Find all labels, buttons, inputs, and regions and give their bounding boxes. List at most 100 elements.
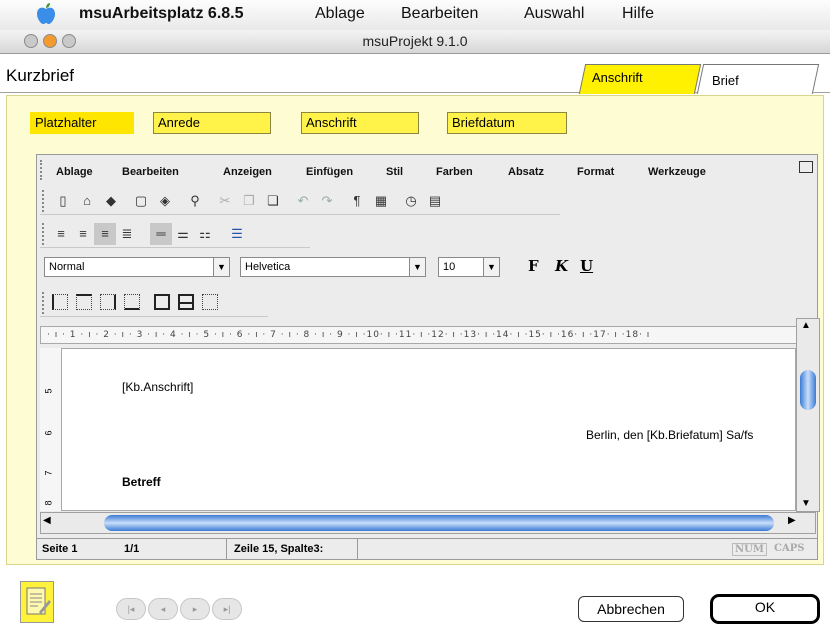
chevron-down-icon: ▼ — [483, 258, 499, 276]
status-bar — [36, 538, 818, 560]
new-document-icon[interactable]: ▯ — [52, 190, 74, 212]
caps-indicator: CAPS — [774, 543, 805, 554]
apple-logo-icon[interactable] — [36, 3, 56, 25]
border-bottom-icon[interactable] — [124, 294, 140, 310]
placeholder-label: Platzhalter — [30, 112, 134, 134]
nav-next-button[interactable]: ▸ — [180, 598, 210, 620]
status-position: Zeile 15, Spalte3: — [234, 543, 324, 555]
editor-menu-anzeigen[interactable]: Anzeigen — [223, 166, 272, 178]
undo-icon[interactable]: ↶ — [292, 190, 314, 212]
horizontal-ruler[interactable]: · ı · 1 · ı · 2 · ı · 3 · ı · 4 · ı · 5 … — [40, 326, 814, 344]
spacing-double-icon[interactable]: ⚏ — [194, 223, 216, 245]
vertical-ruler[interactable]: 5 6 7 8 — [40, 348, 62, 511]
font-select[interactable]: Helvetica ▼ — [240, 257, 426, 277]
align-center-icon[interactable]: ≡ — [72, 223, 94, 245]
vruler-mark: 8 — [43, 500, 54, 506]
toolbar-row-align: ≡ ≡ ≡ ≣ ═ ⚌ ⚏ ☰ — [40, 220, 310, 248]
border-left-icon[interactable] — [52, 294, 68, 310]
underline-button[interactable]: U — [580, 257, 593, 275]
align-right-icon[interactable]: ≡ — [94, 223, 116, 245]
toolbar-row-standard: ▯ ⌂ ◆ ▢ ◈ ⚲ ✂ ❐ ❏ ↶ ↷ ¶ ▦ ◷ ▤ — [40, 187, 560, 215]
editor-menu-einfuegen[interactable]: Einfügen — [306, 166, 353, 178]
align-left-icon[interactable]: ≡ — [50, 223, 72, 245]
print-preview-icon[interactable]: ▢ — [130, 190, 152, 212]
border-right-icon[interactable] — [100, 294, 116, 310]
ok-button[interactable]: OK — [710, 594, 820, 624]
vruler-mark: 7 — [43, 470, 54, 476]
nav-first-button[interactable]: |◂ — [116, 598, 146, 620]
print-icon[interactable]: ◈ — [154, 190, 176, 212]
editor-menu-format[interactable]: Format — [577, 166, 614, 178]
border-inner-icon[interactable] — [178, 294, 194, 310]
paste-icon[interactable]: ❏ — [262, 190, 284, 212]
toolbar-grip — [42, 292, 46, 314]
editor-menu-bearbeiten[interactable]: Bearbeiten — [122, 166, 179, 178]
status-pages: 1/1 — [124, 543, 140, 555]
menu-ablage[interactable]: Ablage — [315, 5, 365, 23]
menu-bearbeiten[interactable]: Bearbeiten — [401, 5, 478, 23]
ruler-ticks: · ı · 1 · ı · 2 · ı · 3 · ı · 4 · ı · 5 … — [47, 330, 651, 340]
vertical-scroll-thumb[interactable] — [800, 370, 816, 410]
scroll-up-icon[interactable]: ▲ — [801, 320, 811, 331]
placeholder-briefdatum-button[interactable]: Briefdatum — [447, 112, 567, 134]
toolbar-grip — [42, 190, 46, 212]
border-top-icon[interactable] — [76, 294, 92, 310]
spacing-single-icon[interactable]: ═ — [150, 223, 172, 245]
window-title: msuProjekt 9.1.0 — [362, 33, 468, 49]
chevron-down-icon: ▼ — [213, 258, 229, 276]
table-icon[interactable]: ▦ — [370, 190, 392, 212]
font-select-value: Helvetica — [245, 261, 291, 273]
horizontal-scroll-thumb[interactable] — [104, 515, 774, 531]
style-select-value: Normal — [49, 261, 85, 273]
chevron-down-icon: ▼ — [409, 258, 425, 276]
italic-button[interactable]: K — [555, 257, 568, 275]
nav-previous-button[interactable]: ◂ — [148, 598, 178, 620]
clock-icon[interactable]: ◷ — [400, 190, 422, 212]
menu-auswahl[interactable]: Auswahl — [524, 5, 584, 23]
copy-icon[interactable]: ❐ — [238, 190, 260, 212]
save-disk-icon[interactable]: ◆ — [100, 190, 122, 212]
placeholder-anrede-button[interactable]: Anrede — [153, 112, 271, 134]
scroll-down-icon[interactable]: ▼ — [801, 498, 811, 509]
cancel-button[interactable]: Abbrechen — [578, 596, 684, 622]
toolbar-row-borders — [40, 289, 268, 317]
status-page: Seite 1 — [42, 543, 78, 555]
border-none-icon[interactable] — [202, 294, 218, 310]
doc-datum-field: Berlin, den [Kb.Briefatum] Sa/fs — [586, 428, 754, 442]
menu-grip — [40, 160, 44, 180]
calendar-icon[interactable]: ▤ — [424, 190, 446, 212]
style-select[interactable]: Normal ▼ — [44, 257, 230, 277]
editor-menu-stil[interactable]: Stil — [386, 166, 403, 178]
vertical-scrollbar[interactable] — [796, 318, 820, 512]
open-folder-icon[interactable]: ⌂ — [76, 190, 98, 212]
doc-anschrift-field: [Kb.Anschrift] — [122, 380, 194, 394]
editor-menu-farben[interactable]: Farben — [436, 166, 473, 178]
redo-icon[interactable]: ↷ — [316, 190, 338, 212]
vruler-mark: 6 — [43, 430, 54, 436]
search-icon[interactable]: ⚲ — [184, 190, 206, 212]
editor-menu-werkzeuge[interactable]: Werkzeuge — [648, 166, 706, 178]
cut-icon[interactable]: ✂ — [214, 190, 236, 212]
size-select[interactable]: 10 ▼ — [438, 257, 500, 277]
bullet-list-icon[interactable]: ☰ — [226, 223, 248, 245]
editor-menu-absatz[interactable]: Absatz — [508, 166, 544, 178]
size-select-value: 10 — [443, 261, 456, 273]
placeholder-anschrift-button[interactable]: Anschrift — [301, 112, 419, 134]
bold-button[interactable]: F — [528, 257, 539, 275]
app-name[interactable]: msuArbeitsplatz 6.8.5 — [79, 5, 244, 23]
nav-last-button[interactable]: ▸| — [212, 598, 242, 620]
spacing-one-half-icon[interactable]: ⚌ — [172, 223, 194, 245]
toolbar-grip — [42, 223, 46, 245]
window-toggle-icon[interactable] — [799, 161, 813, 173]
doc-betreff: Betreff — [122, 475, 161, 489]
scroll-left-icon[interactable]: ◀ — [43, 515, 51, 526]
justify-icon[interactable]: ≣ — [116, 223, 138, 245]
border-outline-icon[interactable] — [154, 294, 170, 310]
tab-brief-label: Brief — [712, 73, 739, 88]
paragraph-marks-icon[interactable]: ¶ — [346, 190, 368, 212]
editor-menu-ablage[interactable]: Ablage — [56, 166, 93, 178]
scroll-right-icon[interactable]: ▶ — [788, 515, 796, 526]
page-title: Kurzbrief — [6, 66, 75, 85]
menu-hilfe[interactable]: Hilfe — [622, 5, 654, 23]
document-edit-icon[interactable] — [20, 581, 54, 623]
